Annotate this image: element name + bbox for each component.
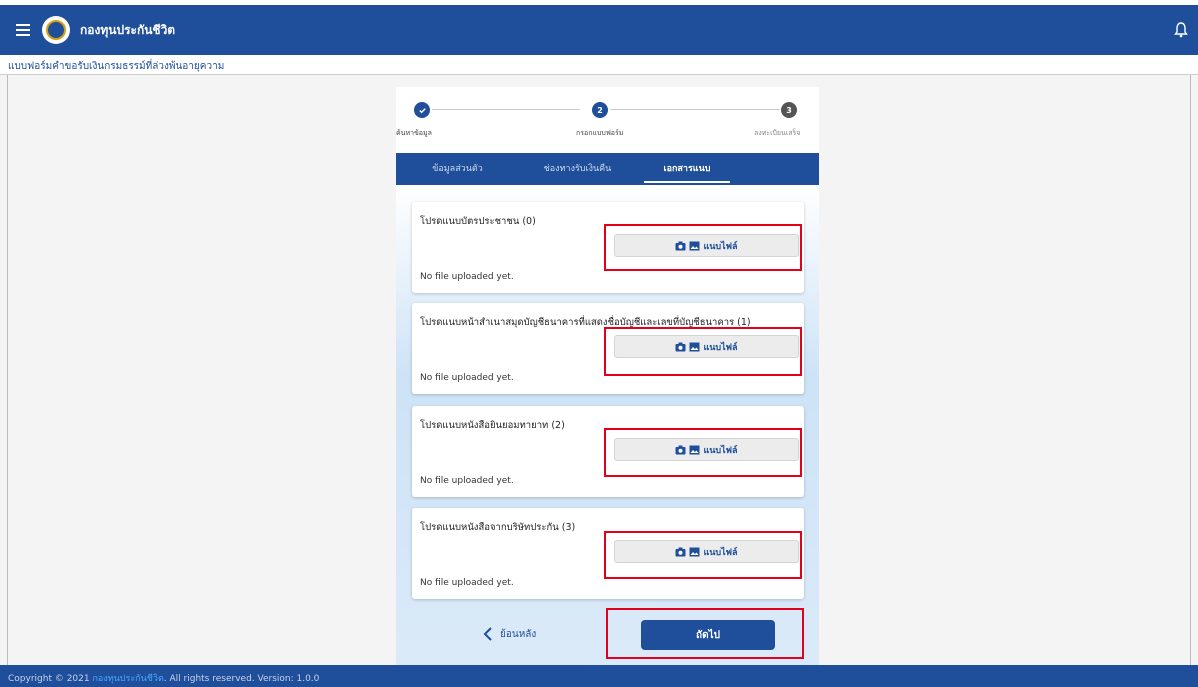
step-connector [432, 109, 580, 110]
page-footer: Copyright © 2021 กองทุนประกันชีวิต. All … [0, 665, 1198, 687]
tab-personal-info[interactable]: ข้อมูลส่วนตัว [396, 153, 519, 185]
step-done-check-icon [414, 102, 430, 118]
footer-brand-link[interactable]: กองทุนประกันชีวิต [92, 674, 163, 684]
back-button-label: ย้อนหลัง [500, 628, 537, 640]
upload-status: No file uploaded yet. [420, 476, 514, 486]
right-divider [1190, 75, 1191, 665]
footer-prefix: Copyright © 2021 [8, 674, 93, 684]
upload-status: No file uploaded yet. [420, 272, 514, 282]
chevron-left-icon [483, 627, 492, 641]
page-breadcrumb: แบบฟอร์มคำขอรับเงินกรมธรรม์ที่ล่วงพ้นอาย… [0, 55, 1198, 75]
document-title: โปรดแนบหนังสือจากบริษัทประกัน (3) [420, 522, 576, 533]
highlight-box-next [606, 608, 804, 659]
document-title: โปรดแนบบัตรประชาชน (0) [420, 216, 536, 227]
upload-status: No file uploaded yet. [420, 578, 514, 588]
step-connector [610, 109, 780, 110]
step-3-label: ลงทะเบียนเสร็จ [754, 129, 801, 137]
app-title: กองทุนประกันชีวิต [80, 22, 176, 37]
app-header: กองทุนประกันชีวิต [0, 5, 1198, 55]
back-button[interactable]: ย้อนหลัง [482, 625, 536, 643]
highlight-box-attach-2 [604, 428, 802, 477]
highlight-box-attach-3 [604, 531, 802, 579]
step-1-label: ค้นหาข้อมูล [396, 129, 432, 137]
highlight-box-attach-1 [604, 327, 802, 376]
highlight-box-attach-0 [604, 224, 802, 271]
hamburger-menu-icon[interactable] [16, 24, 30, 36]
stepper: 2 3 ค้นหาข้อมูล กรอกแบบฟอร์ม ลงทะเบียนเส… [396, 87, 819, 153]
form-tabs: ข้อมูลส่วนตัว ช่องทางรับเงินคืน เอกสารแน… [396, 153, 819, 185]
step-2-label: กรอกแบบฟอร์ม [576, 129, 624, 137]
step-2-circle: 2 [592, 102, 608, 118]
document-title: โปรดแนบหนังสือยินยอมทายาท (2) [420, 420, 565, 431]
tab-attachments[interactable]: เอกสารแนบ [644, 153, 730, 185]
left-divider [7, 75, 8, 665]
footer-suffix: . All rights reserved. Version: 1.0.0 [163, 674, 320, 684]
step-3-circle: 3 [781, 102, 797, 118]
tab-refund-channel[interactable]: ช่องทางรับเงินคืน [519, 153, 636, 185]
upload-status: No file uploaded yet. [420, 373, 514, 383]
notification-bell-icon[interactable] [1174, 22, 1188, 38]
app-logo [42, 16, 70, 44]
